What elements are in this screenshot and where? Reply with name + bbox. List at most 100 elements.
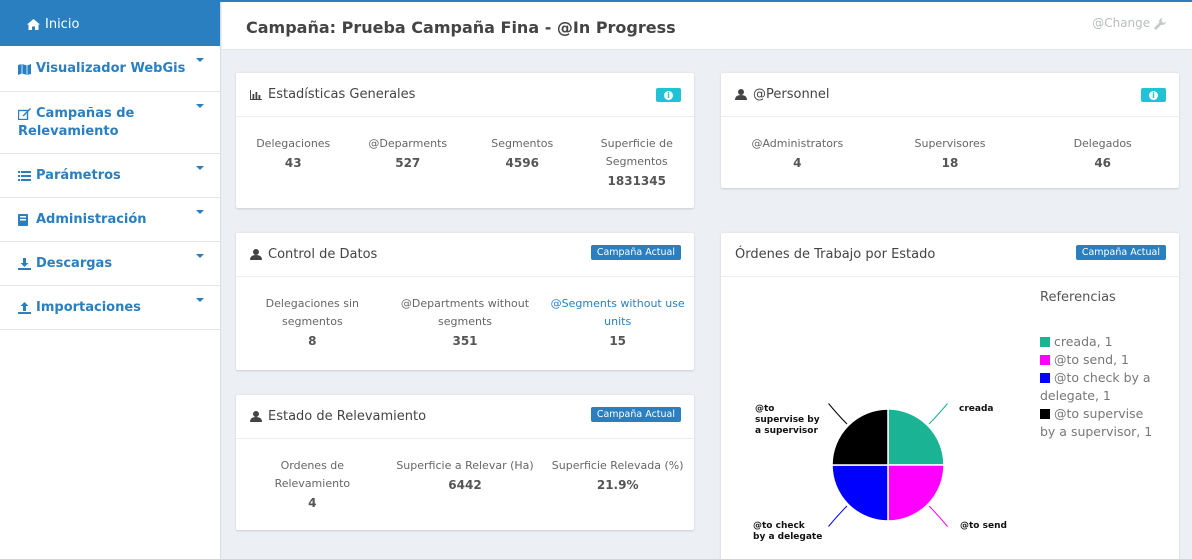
campana-actual-badge: Campaña Actual (590, 407, 681, 422)
stat-label: Delegaciones (256, 137, 331, 150)
stat-value: 4596 (505, 156, 539, 170)
sidebar: Inicio Visualizador WebGis Campañas de R… (0, 2, 221, 559)
legend-swatch (1040, 373, 1050, 383)
list-icon (18, 169, 34, 183)
legend-swatch (1040, 337, 1050, 347)
upload-icon (18, 301, 34, 315)
change-button[interactable]: @Change (1092, 16, 1166, 30)
sidebar-item-label: Visualizador WebGis (36, 61, 186, 76)
stat-value: 4 (793, 156, 802, 170)
stat-label-line2: segmentos (281, 315, 343, 328)
stat-label: Supervisores (914, 137, 986, 150)
box-title: Órdenes de Trabajo por Estado (735, 247, 936, 262)
pie-label-line: by a delegate (753, 532, 823, 542)
download-icon (18, 257, 34, 271)
stat-administrators: @Administrators 4 (721, 135, 874, 170)
stat-value: 21.9% (596, 478, 639, 492)
legend-item: @to check by a delegate, 1 (1040, 369, 1160, 405)
stat-label: Superficie a Relevar (Ha) (396, 459, 534, 472)
personnel-box: @Personnel i @Administrators 4 Superviso… (721, 72, 1179, 188)
info-button[interactable]: i (656, 88, 681, 102)
stat-value: 6442 (448, 478, 482, 492)
info-button[interactable]: i (1141, 88, 1166, 102)
sidebar-item-parametros[interactable]: Parámetros (0, 154, 220, 198)
stat-delegados: Delegados 46 (1026, 135, 1179, 170)
stat-value: 46 (1094, 156, 1112, 170)
legend-swatch (1040, 355, 1050, 365)
stat-value: 18 (941, 156, 959, 170)
sidebar-item-label: Descargas (36, 256, 113, 271)
control-datos-box: Control de Datos Campaña Actual Delegaci… (236, 232, 694, 370)
campana-actual-badge: Campaña Actual (1075, 245, 1166, 260)
user-icon (735, 89, 747, 100)
stat-value: 15 (609, 334, 627, 348)
chevron-down-icon (196, 58, 204, 62)
change-label: @Change (1092, 16, 1151, 30)
chevron-down-icon (196, 104, 204, 108)
estadisticas-generales-box: Estadísticas Generales i Delegaciones 43… (236, 72, 694, 208)
stat-segmentos: Segmentos 4596 (465, 135, 580, 188)
edit-icon (18, 104, 34, 122)
sidebar-item-importaciones[interactable]: Importaciones (0, 286, 220, 330)
box-title: Control de Datos (268, 247, 378, 262)
stat-ordenes-relevamiento: Ordenes de Relevamiento 4 (236, 457, 389, 510)
stat-superficie-relevada: Superficie Relevada (%) 21.9% (541, 457, 694, 510)
sidebar-item-descargas[interactable]: Descargas (0, 242, 220, 286)
legend: creada, 1 @to send, 1 @to check by a deleg… (1040, 333, 1160, 441)
stat-label-line2: segments (438, 315, 492, 328)
sidebar-item-administracion[interactable]: Administración (0, 198, 220, 242)
estado-relevamiento-box: Estado de Relevamiento Campaña Actual Or… (236, 394, 694, 530)
stat-label: Delegaciones sin (265, 297, 360, 310)
info-icon: i (1149, 90, 1158, 100)
pie-label-line: @to (755, 404, 775, 414)
home-icon (27, 17, 43, 31)
stat-label: Superficie Relevada (%) (551, 459, 684, 472)
legend-label: @to send, 1 (1054, 352, 1129, 367)
stat-delegaciones: Delegaciones 43 (236, 135, 351, 188)
stat-value: 527 (395, 156, 421, 170)
pie-label-to-check: @to check by a delegate (753, 521, 822, 543)
wrench-icon (1154, 17, 1166, 30)
sidebar-item-campanas[interactable]: Campañas de Relevamiento (0, 92, 220, 154)
stat-segments-without-use-units[interactable]: @Segments without use units 15 (541, 295, 694, 348)
user-icon (250, 249, 262, 260)
pie-label-line: a supervisor (755, 426, 818, 436)
legend-swatch (1040, 409, 1050, 419)
sidebar-item-inicio[interactable]: Inicio (0, 2, 220, 46)
box-title: @Personnel (753, 87, 830, 102)
sidebar-item-label: Parámetros (36, 168, 121, 183)
stat-delegaciones-sin-segmentos: Delegaciones sin segmentos 8 (236, 295, 389, 348)
pie-label-creada: creada (959, 404, 994, 414)
stat-label-line2: Segmentos (605, 155, 668, 168)
stat-value: 8 (308, 334, 317, 348)
stat-label: Superficie de (600, 137, 673, 150)
pie-leader-line (828, 403, 848, 425)
sidebar-item-visualizador[interactable]: Visualizador WebGis (0, 46, 220, 92)
pie-label-line: supervise by (755, 415, 820, 425)
page-header: Campaña: Prueba Campaña Fina - @In Progr… (222, 2, 1192, 50)
pie-leader-line (828, 505, 848, 527)
legend-label: @to check by a delegate, 1 (1040, 370, 1151, 403)
legend-item: creada, 1 (1040, 333, 1160, 351)
stat-supervisores: Supervisores 18 (874, 135, 1027, 170)
stat-departments: @Deparments 527 (351, 135, 466, 188)
stat-label: Ordenes de (280, 459, 345, 472)
sidebar-item-label-line2: Relevamiento (18, 124, 119, 139)
stat-label: @Departments without (400, 297, 530, 310)
book-icon (18, 213, 34, 227)
stat-value: 351 (452, 334, 478, 348)
pie-leader-line (928, 505, 948, 527)
legend-label: creada, 1 (1054, 334, 1113, 349)
stat-superficie-relevar: Superficie a Relevar (Ha) 6442 (389, 457, 542, 510)
campana-actual-badge: Campaña Actual (590, 245, 681, 260)
chevron-down-icon (196, 254, 204, 258)
stat-label-line2: Relevamiento (274, 477, 351, 490)
chevron-down-icon (196, 298, 204, 302)
stat-link-label[interactable]: @Segments without use (541, 295, 694, 313)
pie-label-to-supervise: @to supervise by a supervisor (755, 404, 820, 437)
sidebar-item-label: Campañas de (36, 106, 135, 121)
pie-label-to-send: @to send (960, 521, 1007, 531)
stat-departments-without-segments: @Departments without segments 351 (389, 295, 542, 348)
stat-link-label-line2[interactable]: units (541, 313, 694, 331)
box-title: Estadísticas Generales (268, 87, 416, 102)
